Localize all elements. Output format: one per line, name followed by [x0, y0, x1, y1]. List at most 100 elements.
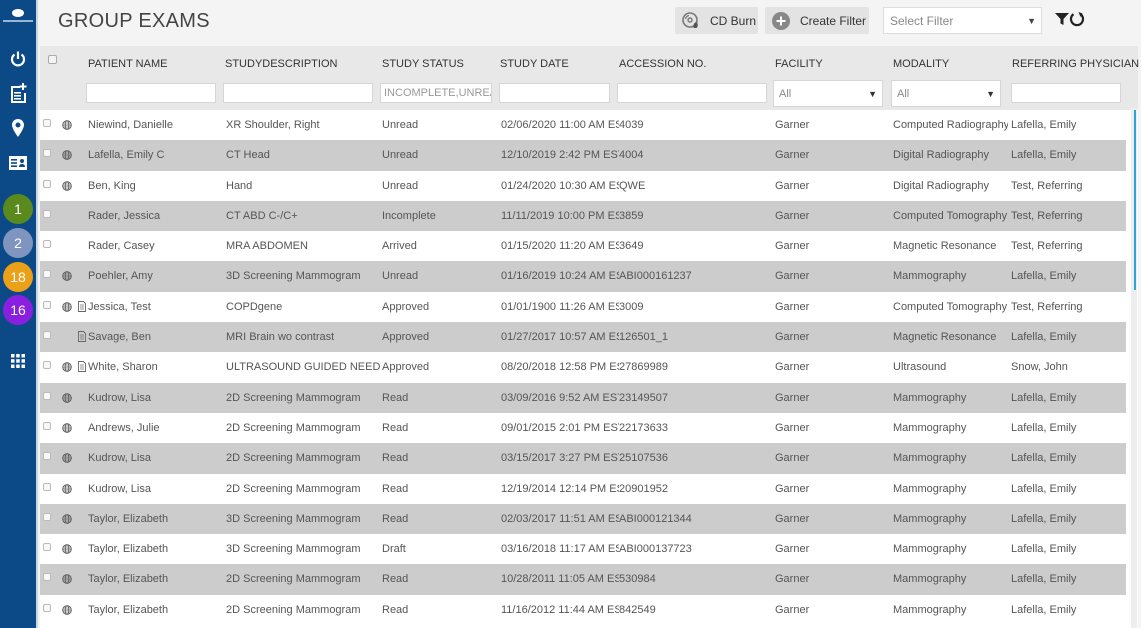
- badge-16[interactable]: 16: [3, 295, 33, 325]
- column-header-modality[interactable]: MODALITY: [893, 58, 949, 70]
- globe-icon[interactable]: [62, 392, 72, 403]
- cell-modality: Computed Radiography: [893, 119, 1008, 131]
- table-row[interactable]: Poehler, Amy 3D Screening Mammogram Unread…: [40, 261, 1126, 292]
- row-checkbox[interactable]: [43, 119, 51, 127]
- study-description-filter-input[interactable]: [223, 83, 373, 103]
- badge-1[interactable]: 1: [3, 194, 33, 224]
- globe-icon[interactable]: [62, 604, 72, 615]
- cell-desc: 3D Screening Mammogram: [226, 270, 361, 283]
- cell-acc: 3009: [619, 300, 644, 313]
- row-checkbox[interactable]: [43, 300, 51, 309]
- cell-desc: 2D Screening Mammogram: [226, 391, 361, 404]
- select-all-checkbox[interactable]: [48, 55, 57, 64]
- report-document-icon[interactable]: [78, 300, 86, 312]
- cell-acc: 126501_1: [619, 331, 668, 344]
- cd-burn-label: CD Burn: [710, 13, 757, 28]
- row-checkbox[interactable]: [43, 573, 51, 582]
- globe-icon[interactable]: [62, 544, 72, 554]
- location-pin-icon[interactable]: [0, 116, 36, 140]
- table-row[interactable]: Savage, Ben MRI Brain wo contrast Approved…: [40, 322, 1126, 353]
- cd-burn-button[interactable]: CD Burn: [675, 7, 758, 34]
- accession-filter-input[interactable]: [617, 83, 767, 103]
- cell-acc: 3649: [619, 240, 644, 253]
- globe-icon[interactable]: [62, 514, 72, 524]
- cell-modality: Mammography: [893, 543, 967, 556]
- scrollbar-thumb[interactable]: [1134, 110, 1136, 290]
- row-checkbox[interactable]: [43, 452, 51, 461]
- cell-desc: 2D Screening Mammogram: [226, 452, 361, 465]
- power-icon[interactable]: [0, 47, 36, 71]
- table-row[interactable]: Niewind, Danielle XR Shoulder, Right Unrea…: [40, 110, 1126, 140]
- row-checkbox[interactable]: [43, 512, 51, 521]
- study-date-filter-input[interactable]: [499, 83, 610, 103]
- column-header-study-status[interactable]: STUDY STATUS: [382, 58, 464, 70]
- id-card-icon[interactable]: [0, 151, 36, 175]
- globe-icon[interactable]: [62, 574, 72, 585]
- globe-icon[interactable]: [62, 453, 72, 464]
- filter-icon[interactable]: [1054, 11, 1070, 27]
- report-document-icon[interactable]: [78, 361, 86, 373]
- globe-icon[interactable]: [62, 362, 72, 373]
- study-status-filter-input[interactable]: INCOMPLETE,UNREAD,: [380, 83, 492, 103]
- globe-icon[interactable]: [62, 302, 72, 312]
- cell-physician: Test, Referring: [1011, 179, 1083, 192]
- cell-status: Read: [382, 391, 409, 404]
- table-row[interactable]: Kudrow, Lisa 2D Screening Mammogram Read 03…: [40, 382, 1126, 413]
- table-row[interactable]: Taylor, Elizabeth 2D Screening Mammogram R…: [40, 595, 1126, 625]
- modality-filter-select[interactable]: All ▼: [891, 80, 1001, 107]
- globe-icon[interactable]: [62, 271, 72, 282]
- table-row[interactable]: Taylor, Elizabeth 3D Screening Mammogram D…: [40, 534, 1126, 564]
- badge-2[interactable]: 2: [3, 228, 33, 258]
- column-header-patient-name[interactable]: PATIENT NAME: [88, 58, 167, 70]
- row-checkbox[interactable]: [43, 179, 51, 188]
- row-checkbox[interactable]: [43, 361, 51, 370]
- column-header-study-description[interactable]: STUDYDESCRIPTION: [225, 58, 337, 70]
- row-checkbox[interactable]: [43, 209, 51, 218]
- referring-physician-filter-input[interactable]: [1011, 83, 1121, 103]
- cell-modality: Mammography: [893, 512, 967, 525]
- table-row[interactable]: Kudrow, Lisa 2D Screening Mammogram Read 03…: [40, 443, 1126, 474]
- globe-icon[interactable]: [62, 120, 72, 130]
- select-filter-dropdown[interactable]: Select Filter ▼: [883, 7, 1042, 34]
- column-header-accession-no[interactable]: ACCESSION NO.: [619, 58, 706, 70]
- globe-icon[interactable]: [62, 483, 72, 494]
- table-row[interactable]: White, Sharon ULTRASOUND GUIDED NEEDLE BR…: [40, 352, 1126, 382]
- column-header-referring-physician[interactable]: REFERRING PHYSICIAN: [1012, 58, 1139, 70]
- cell-facility: Garner: [775, 482, 810, 495]
- table-row[interactable]: Kudrow, Lisa 2D Screening Mammogram Read 12…: [40, 474, 1126, 504]
- row-checkbox[interactable]: [43, 391, 51, 400]
- table-row[interactable]: Rader, Jessica CT ABD C-/C+ Incomplete 11/1…: [40, 200, 1126, 232]
- cell-patient: Rader, Jessica: [88, 209, 161, 222]
- row-checkbox[interactable]: [43, 421, 51, 430]
- column-header-facility[interactable]: FACILITY: [775, 58, 823, 70]
- table-row[interactable]: Ben, King Hand Unread 01/24/2020 10:30 AM E…: [40, 171, 1126, 201]
- row-checkbox[interactable]: [43, 543, 51, 552]
- table-row[interactable]: Rader, Casey MRA ABDOMEN Arrived 01/15/2020…: [40, 231, 1126, 261]
- add-document-icon[interactable]: [0, 81, 36, 105]
- table-row[interactable]: Jessica, Test COPDgene Approved 01/01/1900 …: [40, 292, 1126, 322]
- row-checkbox[interactable]: [43, 149, 51, 158]
- table-row[interactable]: Andrews, Julie 2D Screening Mammogram Read…: [40, 413, 1126, 443]
- column-header-study-date[interactable]: STUDY DATE: [500, 58, 569, 70]
- facility-filter-select[interactable]: All ▼: [773, 80, 883, 107]
- row-checkbox[interactable]: [43, 270, 51, 279]
- globe-icon[interactable]: [62, 150, 72, 161]
- table-row[interactable]: Lafella, Emily C CT Head Unread 12/10/2019 …: [40, 140, 1126, 171]
- cell-desc: MRA ABDOMEN: [226, 240, 308, 253]
- create-filter-button[interactable]: Create Filter: [765, 7, 869, 34]
- patient-name-filter-input[interactable]: [86, 83, 216, 103]
- row-checkbox[interactable]: [43, 603, 51, 612]
- row-checkbox[interactable]: [43, 240, 51, 249]
- row-checkbox[interactable]: [43, 331, 51, 340]
- badge-18[interactable]: 18: [3, 262, 33, 292]
- apps-grid-icon[interactable]: [0, 349, 36, 373]
- cell-status: Incomplete: [382, 209, 436, 222]
- table-row[interactable]: Taylor, Elizabeth 2D Screening Mammogram R…: [40, 564, 1126, 595]
- globe-icon[interactable]: [62, 180, 72, 191]
- report-document-icon[interactable]: [78, 331, 86, 343]
- row-checkbox[interactable]: [43, 482, 51, 491]
- table-row[interactable]: Taylor, Elizabeth 3D Screening Mammogram R…: [40, 503, 1126, 535]
- cell-physician: Lafella, Emily: [1011, 331, 1077, 344]
- globe-icon[interactable]: [62, 423, 72, 433]
- refresh-icon[interactable]: [1069, 11, 1085, 27]
